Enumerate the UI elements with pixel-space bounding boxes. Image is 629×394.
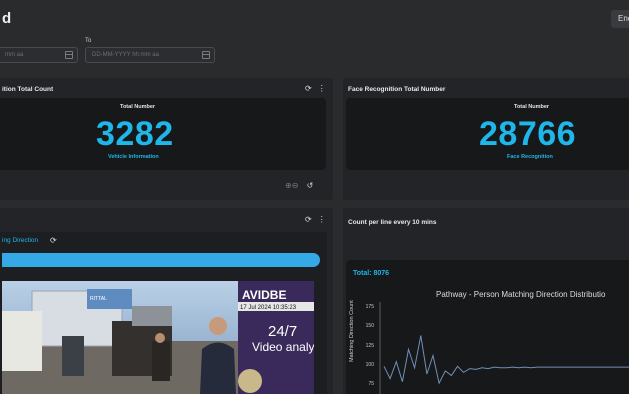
chart-plot: [379, 302, 629, 394]
chart-series-line: [383, 335, 629, 385]
